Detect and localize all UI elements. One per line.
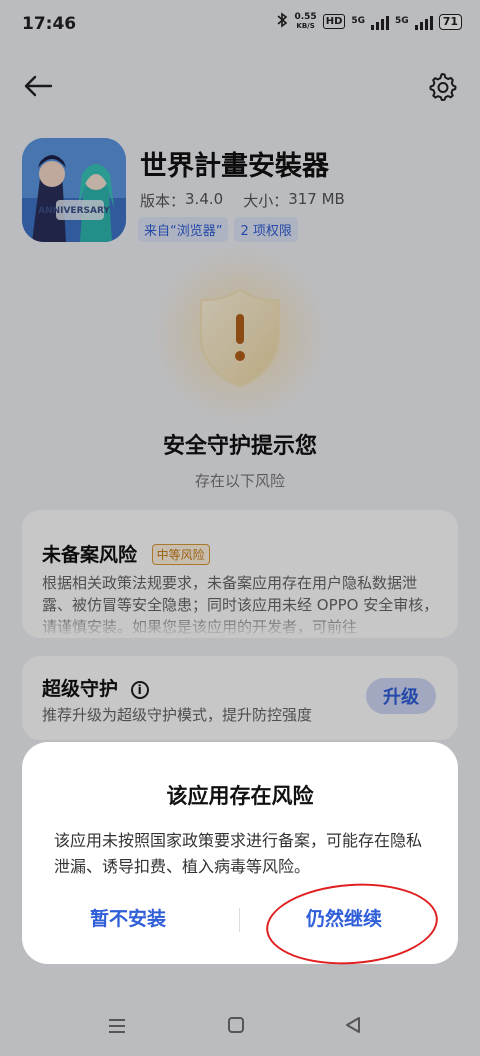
nav-menu-button[interactable] — [102, 1014, 132, 1040]
dialog-button-divider — [239, 908, 240, 932]
cancel-install-button[interactable]: 暂不安装 — [90, 904, 166, 931]
dialog-body: 该应用未按照国家政策要求进行备案，可能存在隐私泄漏、诱导扣费、植入病毒等风险。 — [54, 831, 423, 876]
nav-home-button[interactable] — [221, 1014, 251, 1040]
nav-back-button[interactable] — [338, 1014, 368, 1040]
menu-icon — [108, 1018, 126, 1037]
dialog-title: 该应用存在风险 — [166, 784, 314, 808]
back-triangle-icon — [345, 1016, 361, 1038]
home-square-icon — [228, 1017, 244, 1037]
